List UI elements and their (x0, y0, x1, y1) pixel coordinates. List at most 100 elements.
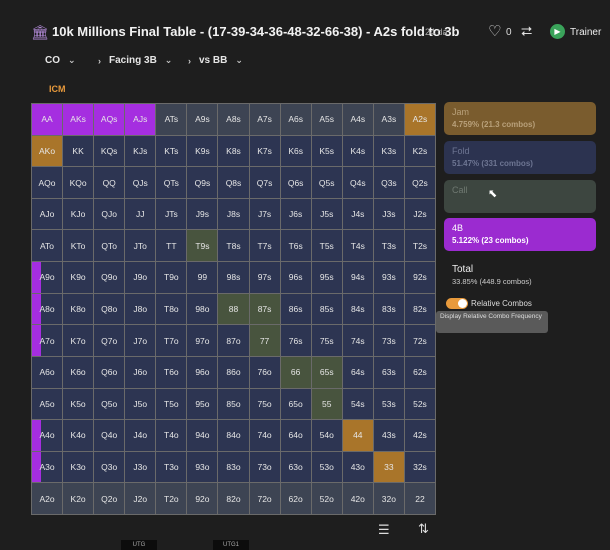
hand-cell[interactable]: 33 (373, 451, 404, 483)
hand-cell[interactable]: K8o (63, 293, 94, 325)
hand-cell[interactable]: 87o (218, 325, 249, 356)
hand-cell[interactable]: A3s (373, 104, 404, 135)
hand-cell[interactable]: 94o (187, 420, 218, 451)
hand-cell[interactable]: A6s (280, 104, 311, 135)
hand-cell[interactable]: T6o (156, 356, 187, 388)
hand-cell[interactable]: 73o (249, 451, 280, 483)
hand-cell[interactable]: T8o (156, 293, 187, 325)
hand-cell[interactable]: 99 (187, 262, 218, 293)
hand-cell[interactable]: KJs (125, 135, 156, 167)
hand-cell[interactable]: 53s (373, 388, 404, 420)
hand-cell[interactable]: J7o (125, 325, 156, 356)
hand-cell[interactable]: 74o (249, 420, 280, 451)
hand-cell[interactable]: J6o (125, 356, 156, 388)
hand-cell[interactable]: 93s (373, 262, 404, 293)
hand-cell[interactable]: 72s (404, 325, 435, 356)
hand-cell[interactable]: 96s (280, 262, 311, 293)
hand-cell[interactable]: A8s (218, 104, 249, 135)
hand-cell[interactable]: 96o (187, 356, 218, 388)
hand-cell[interactable]: JJ (125, 198, 156, 230)
hand-cell[interactable]: 76o (249, 356, 280, 388)
hand-cell[interactable]: JTs (156, 198, 187, 230)
hand-cell[interactable]: KTo (63, 230, 94, 262)
hand-cell[interactable]: Q2o (94, 483, 125, 514)
play-icon[interactable]: ▶ (550, 24, 565, 39)
hand-cell[interactable]: 54o (311, 420, 342, 451)
legend-jam[interactable]: Jam 4.759% (21.3 combos) (444, 102, 596, 135)
hand-cell[interactable]: 83o (218, 451, 249, 483)
hand-cell[interactable]: J4o (125, 420, 156, 451)
hand-cell[interactable]: AQo (32, 167, 63, 198)
hand-cell[interactable]: J7s (249, 198, 280, 230)
hand-cell[interactable]: 93o (187, 451, 218, 483)
hand-cell[interactable]: 42s (404, 420, 435, 451)
hand-cell[interactable]: KQs (94, 135, 125, 167)
share-icon[interactable]: ⮂ (521, 23, 532, 40)
hand-cell[interactable]: 22 (404, 483, 435, 514)
hand-cell[interactable]: 98o (187, 293, 218, 325)
hand-cell[interactable]: 84o (218, 420, 249, 451)
breadcrumb-position[interactable]: CO ⌄ (45, 55, 76, 66)
hand-cell[interactable]: T7s (249, 230, 280, 262)
hand-cell[interactable]: J3s (373, 198, 404, 230)
hand-cell[interactable]: Q3s (373, 167, 404, 198)
hand-cell[interactable]: K6o (63, 356, 94, 388)
hand-cell[interactable]: J4s (342, 198, 373, 230)
legend-fold[interactable]: Fold 51.47% (331 combos) (444, 141, 596, 174)
hand-cell[interactable]: K3s (373, 135, 404, 167)
hand-cell[interactable]: 43s (373, 420, 404, 451)
hand-cell[interactable]: 97o (187, 325, 218, 356)
heart-icon[interactable]: ♡ (488, 24, 501, 40)
hand-cell[interactable]: 73s (373, 325, 404, 356)
breadcrumb-vs[interactable]: › vs BB ⌄ (188, 55, 243, 66)
hand-cell[interactable]: A4s (342, 104, 373, 135)
position-tab-utg1[interactable]: UTG1 (213, 540, 249, 550)
hand-cell[interactable]: 65s (311, 356, 342, 388)
hand-cell[interactable]: 85o (218, 388, 249, 420)
hand-cell[interactable]: Q8o (94, 293, 125, 325)
hand-cell[interactable]: 88 (218, 293, 249, 325)
trainer-button[interactable]: Trainer (570, 27, 601, 38)
hand-cell[interactable]: T2s (404, 230, 435, 262)
hand-cell[interactable]: A5s (311, 104, 342, 135)
hand-cell[interactable]: AJo (32, 198, 63, 230)
hand-cell[interactable]: A7s (249, 104, 280, 135)
hand-cell[interactable]: 82o (218, 483, 249, 514)
hand-cell[interactable]: J8o (125, 293, 156, 325)
hand-cell[interactable]: 86s (280, 293, 311, 325)
hand-cell[interactable]: K8s (218, 135, 249, 167)
hand-cell[interactable]: J3o (125, 451, 156, 483)
hand-cell[interactable]: 65o (280, 388, 311, 420)
hand-cell[interactable]: Q3o (94, 451, 125, 483)
hand-cell[interactable]: JTo (125, 230, 156, 262)
hand-cell[interactable]: K9s (187, 135, 218, 167)
hand-cell[interactable]: QJo (94, 198, 125, 230)
hand-cell[interactable]: A4o (32, 420, 63, 451)
hand-cell[interactable]: J9o (125, 262, 156, 293)
hand-cell[interactable]: 76s (280, 325, 311, 356)
hand-cell[interactable]: ATs (156, 104, 187, 135)
hand-cell[interactable]: 42o (342, 483, 373, 514)
hand-cell[interactable]: K3o (63, 451, 94, 483)
legend-call[interactable]: Call ⬉ (444, 180, 596, 213)
hand-cell[interactable]: Q2s (404, 167, 435, 198)
hand-cell[interactable]: QQ (94, 167, 125, 198)
hand-cell[interactable]: J2o (125, 483, 156, 514)
hand-cell[interactable]: K4o (63, 420, 94, 451)
hand-cell[interactable]: KTs (156, 135, 187, 167)
hand-cell[interactable]: 86o (218, 356, 249, 388)
hand-cell[interactable]: K5o (63, 388, 94, 420)
hand-cell[interactable]: 92s (404, 262, 435, 293)
hand-cell[interactable]: 62o (280, 483, 311, 514)
hand-cell[interactable]: Q8s (218, 167, 249, 198)
hand-cell[interactable]: K2s (404, 135, 435, 167)
hand-cell[interactable]: J5s (311, 198, 342, 230)
hand-cell[interactable]: T3o (156, 451, 187, 483)
hand-cell[interactable]: 75s (311, 325, 342, 356)
hand-cell[interactable]: 55 (311, 388, 342, 420)
position-tab-utg[interactable]: UTG (121, 540, 157, 550)
hand-cell[interactable]: A9o (32, 262, 63, 293)
hand-cell[interactable]: K2o (63, 483, 94, 514)
hand-cell[interactable]: T3s (373, 230, 404, 262)
hand-cell[interactable]: AQs (94, 104, 125, 135)
